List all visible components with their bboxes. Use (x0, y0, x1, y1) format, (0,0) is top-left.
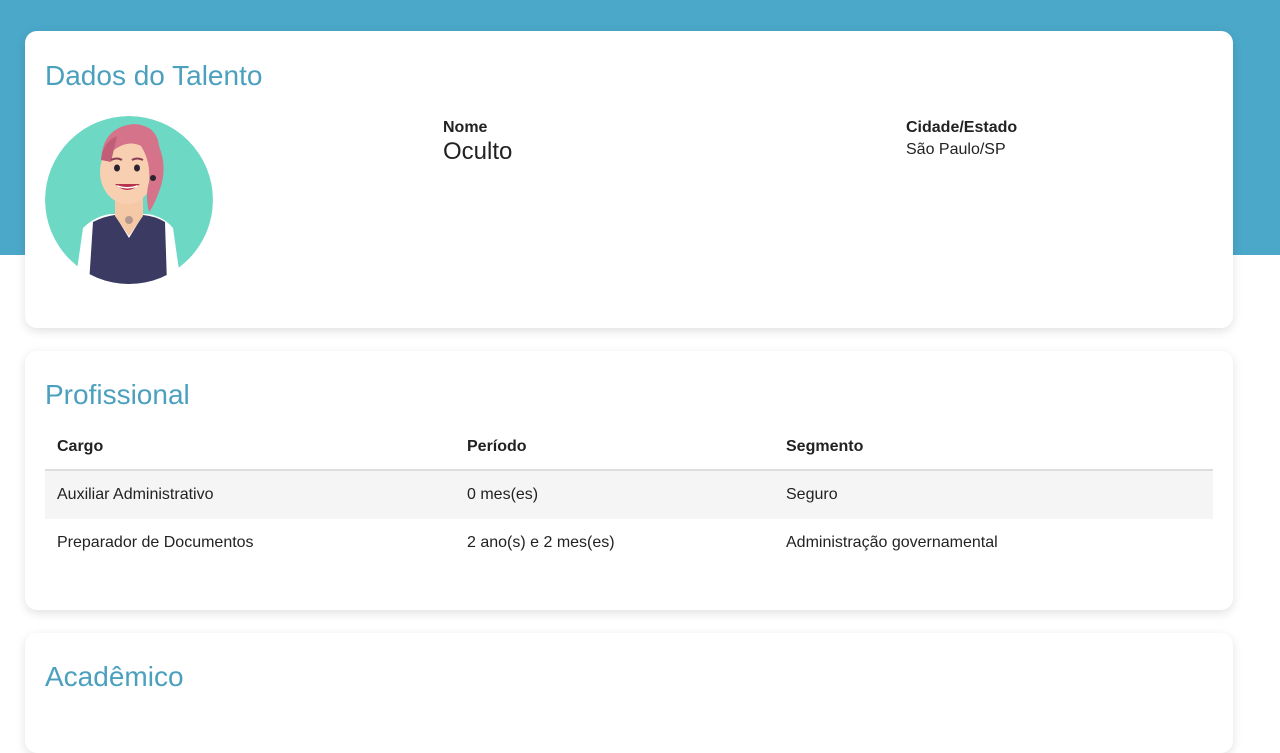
table-cell-segmento: Administração governamental (786, 534, 998, 551)
professional-table: Cargo Período Segmento Auxiliar Administ… (45, 425, 1213, 567)
professional-card: Profissional Cargo Período Segmento Auxi… (25, 351, 1233, 610)
table-row: Preparador de Documentos 2 ano(s) e 2 me… (45, 519, 1213, 567)
column-header-cargo: Cargo (45, 425, 455, 471)
table-cell-segmento: Seguro (774, 470, 1213, 519)
table-cell-periodo: 2 ano(s) e 2 mes(es) (467, 534, 615, 551)
table-cell-cargo: Preparador de Documentos (57, 534, 254, 551)
talent-card: Dados do Talento Nome Oculto Cidade/Esta… (25, 31, 1233, 328)
academic-card: Acadêmico (25, 633, 1233, 753)
table-header-row: Cargo Período Segmento (45, 425, 1213, 471)
city-value: São Paulo/SP (906, 141, 1006, 158)
person-avatar-icon (45, 116, 213, 284)
talent-card-title: Dados do Talento (45, 60, 263, 91)
name-label: Nome (443, 119, 488, 136)
column-header-segmento: Segmento (774, 425, 1213, 471)
column-header-periodo: Período (455, 425, 774, 471)
name-value: Oculto (443, 138, 513, 165)
name-field: Nome Oculto (443, 119, 512, 167)
academic-card-title: Acadêmico (45, 661, 184, 692)
table-cell-periodo: 0 mes(es) (455, 470, 774, 519)
city-label: Cidade/Estado (906, 119, 1018, 136)
professional-card-title: Profissional (45, 379, 190, 410)
table-row: Auxiliar Administrativo 0 mes(es) Seguro (45, 470, 1213, 519)
avatar (45, 116, 213, 284)
city-field: Cidade/Estado São Paulo/SP (906, 119, 1017, 161)
table-cell-cargo: Auxiliar Administrativo (45, 470, 455, 519)
